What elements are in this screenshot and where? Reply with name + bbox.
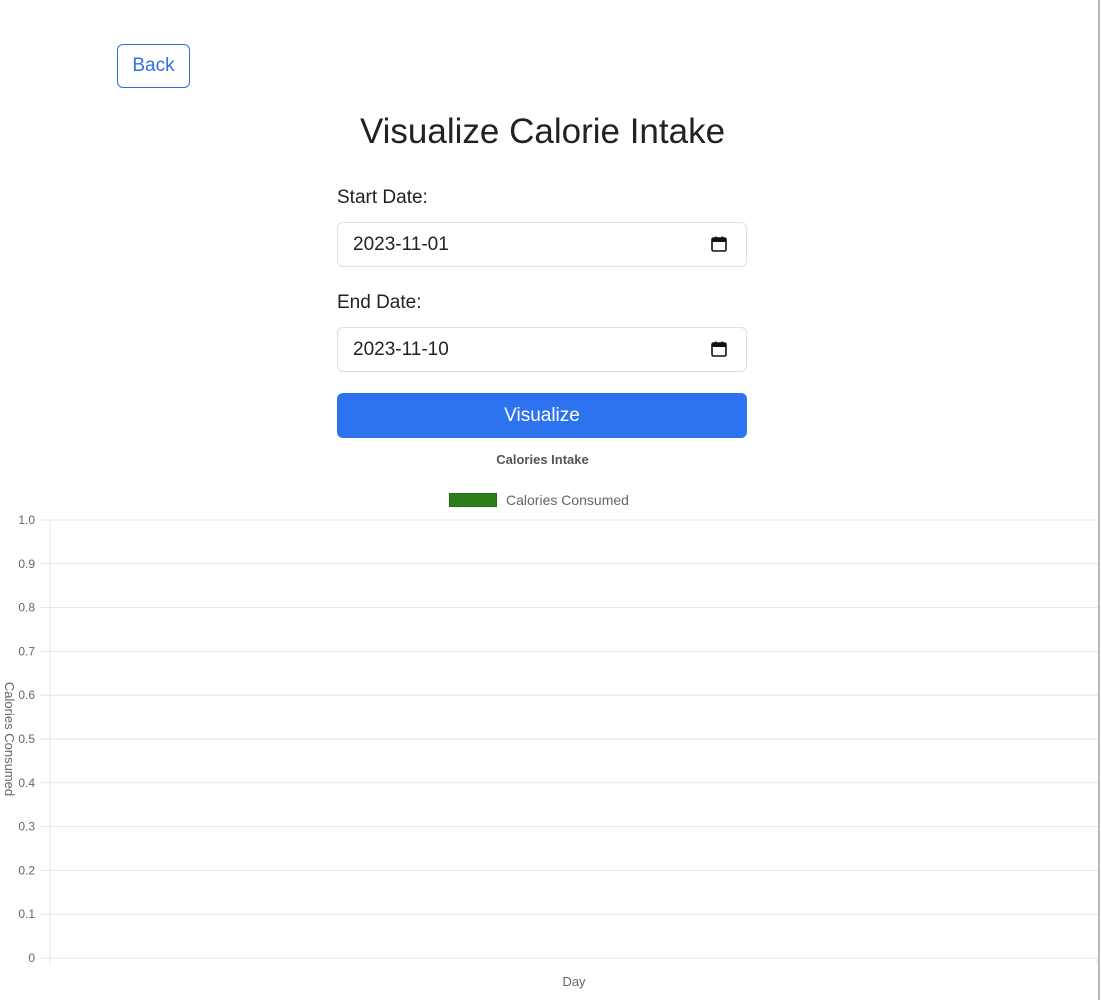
y-tick-label: 1.0 (18, 513, 35, 527)
x-axis-label: Day (562, 974, 586, 989)
y-tick-label: 0.7 (18, 644, 35, 658)
start-date-label: Start Date: (337, 187, 428, 208)
page: Back Visualize Calorie Intake Start Date… (0, 0, 1101, 1000)
end-date-input[interactable]: 2023-11-10 (337, 327, 747, 372)
calendar-icon[interactable] (711, 236, 727, 252)
y-tick-label: 0.1 (18, 907, 35, 921)
window-edge (1098, 0, 1100, 1000)
y-tick-label: 0.3 (18, 820, 35, 834)
y-tick-label: 0.5 (18, 732, 35, 746)
legend-swatch (449, 493, 497, 507)
y-tick-label: 0.2 (18, 863, 35, 877)
y-tick-label: 0.4 (18, 776, 35, 790)
start-date-input[interactable]: 2023-11-01 (337, 222, 747, 267)
end-date-value: 2023-11-10 (353, 339, 449, 360)
back-button[interactable]: Back (117, 44, 190, 88)
calorie-chart: 0 0.1 0.2 0.3 0.4 0.5 0.6 0.7 0.8 0.9 1.0 Day Calori… (2, 513, 1098, 989)
legend-label: Calories Consumed (506, 492, 629, 508)
y-tick-label: 0.8 (18, 601, 35, 615)
y-tick-label: 0.6 (18, 688, 35, 702)
end-date-label: End Date: (337, 292, 422, 313)
page-title: Visualize Calorie Intake (359, 112, 726, 151)
visualize-button[interactable]: Visualize (337, 393, 747, 438)
y-axis-label: Calories Consumed (2, 682, 17, 796)
chart-title: Calories Intake (496, 452, 589, 467)
y-tick-label: 0.9 (18, 557, 35, 571)
y-tick-label: 0 (28, 951, 35, 965)
start-date-value: 2023-11-01 (353, 234, 449, 255)
calendar-icon[interactable] (711, 341, 727, 357)
